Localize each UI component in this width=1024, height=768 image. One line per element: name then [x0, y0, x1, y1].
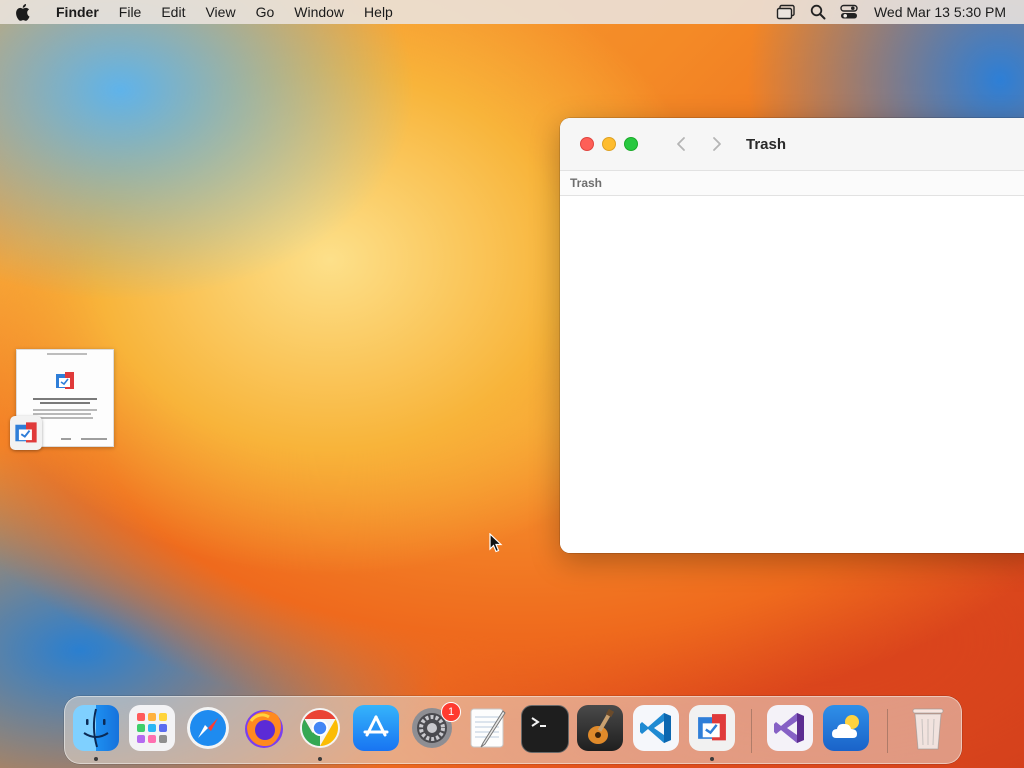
dock-safari-icon[interactable] [185, 705, 231, 751]
path-bar: Trash [560, 170, 1024, 196]
finder-toolbar: Trash [560, 118, 1024, 170]
thumbnail-text-line [33, 409, 97, 411]
menu-bar: Finder File Edit View Go Window Help Wed… [0, 0, 1024, 24]
window-title: Trash [746, 135, 787, 153]
running-indicator [94, 757, 98, 761]
thumbnail-text-line [40, 402, 90, 404]
screen-mirroring-icon[interactable] [776, 4, 796, 20]
chevron-right-icon [713, 137, 721, 151]
menu-window[interactable]: Window [284, 0, 354, 24]
thumbnail-text-line [33, 398, 97, 400]
desktop-app-icon[interactable] [10, 416, 42, 450]
dock-vscode-icon[interactable] [633, 705, 679, 751]
dock-weather-icon[interactable] [823, 705, 869, 751]
menu-view[interactable]: View [195, 0, 245, 24]
path-bar-trash[interactable]: Trash [570, 176, 602, 190]
zoom-window-button[interactable] [624, 137, 638, 151]
dock-trash-icon[interactable] [905, 705, 951, 751]
dock-terminal-icon[interactable] [521, 705, 569, 753]
chevron-left-icon [677, 137, 685, 151]
thumbnail-text-line [33, 417, 93, 419]
dock: 1 [64, 696, 962, 764]
dock-launchpad-icon[interactable] [129, 705, 175, 751]
dock-migration-app-icon[interactable] [689, 705, 735, 751]
dock-finder-icon[interactable] [73, 705, 119, 751]
finder-window[interactable]: Trash Trash [560, 118, 1024, 553]
mouse-cursor-icon [489, 532, 503, 558]
menu-app-finder[interactable]: Finder [46, 0, 109, 24]
dock-separator [751, 709, 752, 753]
menu-bar-clock[interactable]: Wed Mar 13 5:30 PM [874, 4, 1006, 20]
control-center-icon[interactable] [840, 4, 858, 20]
dock-garageband-icon[interactable] [577, 705, 623, 751]
dock-firefox-icon[interactable] [241, 705, 287, 751]
spotlight-search-icon[interactable] [810, 4, 826, 20]
menu-file[interactable]: File [109, 0, 152, 24]
thumbnail-button [61, 438, 71, 440]
minimize-window-button[interactable] [602, 137, 616, 151]
thumbnail-app-logo-icon [54, 370, 76, 397]
dock-app-store-icon[interactable] [353, 705, 399, 751]
thumbnail-button [81, 438, 107, 440]
system-settings-badge: 1 [441, 702, 461, 722]
menu-help[interactable]: Help [354, 0, 403, 24]
finder-content-area[interactable] [560, 196, 1024, 553]
running-indicator [710, 757, 714, 761]
dock-separator [887, 709, 888, 753]
thumbnail-title-line [47, 353, 87, 355]
dock-chrome-icon[interactable] [297, 705, 343, 751]
menu-go[interactable]: Go [246, 0, 285, 24]
forward-button[interactable] [704, 131, 730, 157]
apple-menu-icon[interactable] [14, 3, 32, 21]
dock-visual-studio-icon[interactable] [767, 705, 813, 751]
menu-edit[interactable]: Edit [151, 0, 195, 24]
back-button[interactable] [668, 131, 694, 157]
thumbnail-text-line [33, 413, 91, 415]
close-window-button[interactable] [580, 137, 594, 151]
dock-textedit-icon[interactable] [465, 705, 511, 751]
running-indicator [318, 757, 322, 761]
